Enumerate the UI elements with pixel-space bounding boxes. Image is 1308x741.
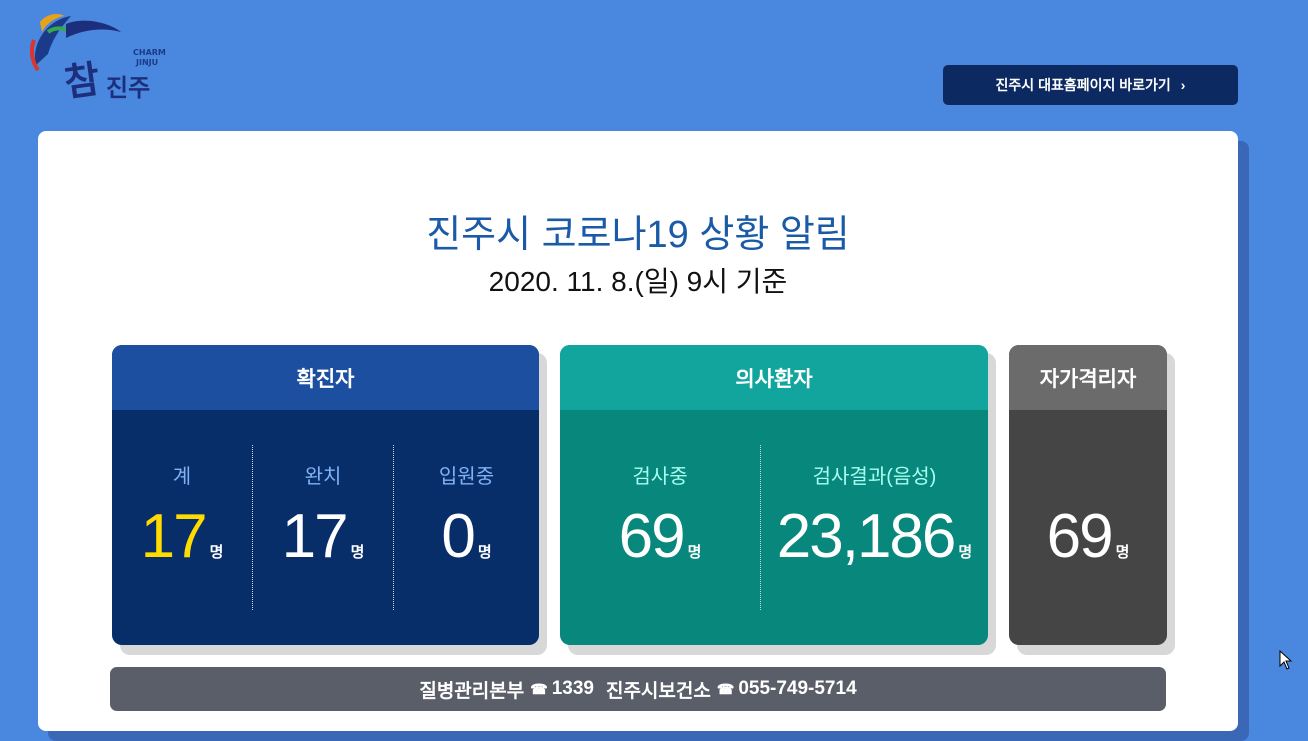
- health-center-phone[interactable]: 055-749-5714: [738, 678, 856, 700]
- unit-label: 명: [958, 544, 973, 561]
- confirmed-recovered-label: 완치: [304, 466, 342, 488]
- confirmed-recovered: 완치 17 명: [253, 410, 393, 645]
- quarantine-heading: 자가격리자: [1009, 345, 1167, 410]
- chevron-right-icon: ›: [1180, 77, 1186, 93]
- confirmed-heading: 확진자: [112, 345, 539, 410]
- suspected-testing-label: 검사중: [632, 466, 688, 488]
- confirmed-total-label: 계: [172, 466, 192, 488]
- page-subtitle-date: 2020. 11. 8.(일) 9시 기준: [488, 266, 788, 297]
- health-center-label: 진주시보건소: [605, 680, 711, 702]
- confirmed-panel: 확진자 계 17 명 완치 17 명 입원중 0명: [112, 345, 539, 645]
- mouse-cursor-icon: [1279, 650, 1293, 670]
- unit-label: 명: [209, 544, 224, 561]
- unit-label: 명: [350, 544, 365, 561]
- logo-text-kr-2: 진주: [106, 73, 151, 102]
- confirmed-total: 계 17 명: [112, 410, 252, 645]
- quarantine-value: 69: [1046, 502, 1114, 571]
- contact-bar: 질병관리본부 ☎ 1339 진주시보건소 ☎ 055-749-5714: [110, 667, 1166, 711]
- suspected-testing: 검사중 69 명: [560, 410, 760, 645]
- phone-icon: ☎: [716, 680, 735, 697]
- logo[interactable]: CHARM JINJU 참 진주: [26, 10, 166, 105]
- suspected-testing-value: 69: [618, 502, 686, 571]
- home-page-link-button[interactable]: 진주시 대표홈페이지 바로가기 ›: [943, 65, 1238, 105]
- suspected-negative: 검사결과(음성) 23,186 명: [761, 410, 988, 645]
- suspected-body: 검사중 69 명 검사결과(음성) 23,186 명: [560, 410, 988, 645]
- page-title: 진주시 코로나19 상황 알림: [426, 214, 850, 256]
- unit-label: 명: [1115, 544, 1130, 561]
- quarantine-panel: 자가격리자 69 명: [1009, 345, 1167, 645]
- confirmed-total-value-wrap: 17 명: [112, 502, 252, 588]
- confirmed-recovered-value-wrap: 17 명: [253, 502, 393, 588]
- home-page-link-label: 진주시 대표홈페이지 바로가기: [995, 77, 1171, 93]
- logo-text-en: CHARM: [133, 48, 166, 57]
- confirmed-body: 계 17 명 완치 17 명 입원중 0명: [112, 410, 539, 645]
- suspected-negative-label: 검사결과(음성): [812, 466, 937, 488]
- suspected-panel: 의사환자 검사중 69 명 검사결과(음성) 23,186 명: [560, 345, 988, 645]
- quarantine-body: 69 명: [1009, 410, 1167, 645]
- suspected-negative-value-wrap: 23,186 명: [761, 502, 988, 588]
- confirmed-hospitalized-value: 0: [441, 502, 476, 571]
- kdca-label: 질병관리본부: [419, 680, 525, 702]
- phone-icon: ☎: [530, 680, 548, 697]
- quarantine-value-wrap: 69 명: [1009, 502, 1167, 588]
- confirmed-hospitalized: 입원중 0명: [394, 410, 539, 645]
- kdca-phone[interactable]: 1339: [552, 678, 594, 700]
- confirmed-hospitalized-label: 입원중: [438, 466, 495, 488]
- confirmed-total-value: 17: [140, 502, 208, 571]
- suspected-heading: 의사환자: [560, 345, 988, 410]
- quarantine-count: 69 명: [1009, 410, 1167, 645]
- unit-label: 명: [687, 544, 702, 561]
- suspected-testing-value-wrap: 69 명: [560, 502, 760, 588]
- logo-text-en-2: JINJU: [136, 58, 159, 67]
- confirmed-recovered-value: 17: [281, 502, 349, 571]
- suspected-negative-value: 23,186: [776, 502, 957, 571]
- logo-text-kr: 참: [61, 55, 103, 106]
- unit-label: 명: [477, 544, 492, 561]
- confirmed-hospitalized-value-wrap: 0명: [394, 502, 539, 588]
